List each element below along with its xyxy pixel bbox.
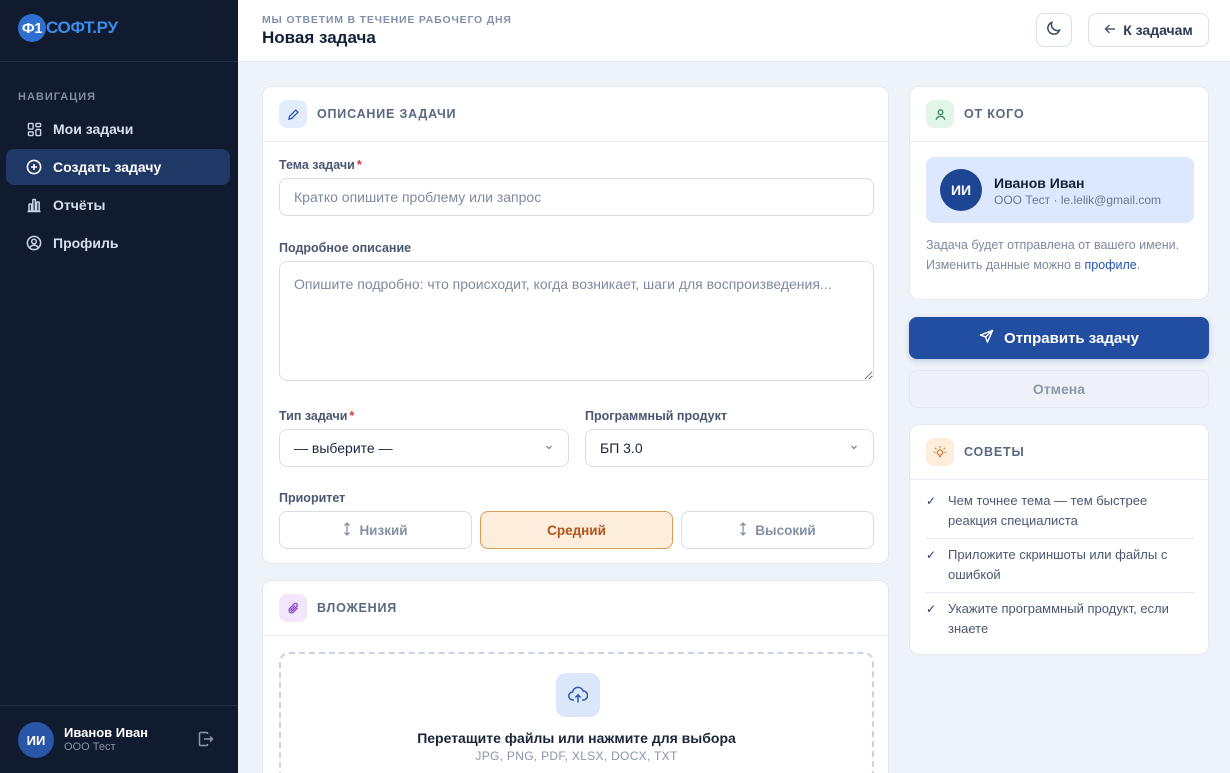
product-label: Программный продукт (585, 409, 727, 423)
user-name: Иванов Иван (64, 725, 149, 740)
paperclip-icon (279, 594, 307, 622)
list-item: ✓ Укажите программный продукт, если знае… (926, 599, 1194, 646)
user-icon (926, 100, 954, 128)
task-type-select[interactable]: — выберите — (279, 429, 569, 467)
back-button-label: К задачам (1123, 22, 1193, 38)
sender-note: Задача будет отправлена от вашего имени.… (926, 235, 1198, 275)
sidebar-item-my-tasks[interactable]: Мои задачи (6, 111, 230, 147)
submit-label: Отправить задачу (1004, 329, 1139, 347)
priority-medium-button[interactable]: Средний (480, 511, 673, 549)
card-title: ОПИСАНИЕ ЗАДАЧИ (317, 107, 457, 121)
priority-label: Приоритет (279, 491, 346, 505)
sidebar-item-reports[interactable]: Отчёты (6, 187, 230, 223)
dropzone-file-types: JPG, PNG, PDF, XLSX, DOCX, TXT (475, 749, 678, 763)
card-header: ВЛОЖЕНИЯ (263, 581, 888, 636)
tip-text: Чем точнее тема — тем быстрее реакция сп… (948, 493, 1148, 528)
avatar: ИИ (940, 169, 982, 211)
logo-text: СОФТ.РУ (46, 18, 118, 37)
check-icon: ✓ (926, 602, 937, 616)
card-header: ОПИСАНИЕ ЗАДАЧИ (263, 87, 888, 142)
card-header: СОВЕТЫ (910, 425, 1208, 480)
tips-list: ✓ Чем точнее тема — тем быстрее реакция … (926, 491, 1194, 652)
plus-circle-icon (26, 159, 42, 175)
card-header: ОТ КОГО (910, 87, 1208, 142)
tips-card: СОВЕТЫ ✓ Чем точнее тема — тем быстрее р… (909, 424, 1209, 655)
sender-info: ИИ Иванов Иван ООО Тест · le.lelik@gmail… (926, 157, 1194, 223)
user-circle-icon (26, 235, 42, 251)
task-type-label: Тип задачи * (279, 409, 354, 423)
sidebar-divider (0, 61, 238, 62)
sender-meta: ООО Тест · le.lelik@gmail.com (994, 193, 1162, 207)
bar-chart-icon (26, 197, 42, 213)
subject-label: Тема задачи * (279, 158, 362, 172)
product-select[interactable]: БП 3.0 (585, 429, 874, 467)
card-title: СОВЕТЫ (964, 445, 1025, 459)
card-title: ОТ КОГО (964, 107, 1025, 121)
user-org: ООО Тест (64, 741, 116, 753)
dropzone-title: Перетащите файлы или нажмите для выбора (417, 730, 736, 746)
task-description-card: ОПИСАНИЕ ЗАДАЧИ Тема задачи* Подробное о… (262, 86, 889, 564)
arrows-vertical-icon (739, 521, 747, 539)
description-textarea[interactable] (279, 261, 874, 381)
avatar[interactable]: ИИ (18, 722, 54, 758)
page-title: Новая задача (262, 28, 376, 47)
required-mark: * (349, 409, 355, 423)
pencil-icon (279, 100, 307, 128)
list-item: ✓ Приложите скриншоты или файлы с ошибко… (926, 545, 1194, 593)
subject-label-text: Тема задачи (279, 158, 355, 172)
chevron-down-icon (849, 442, 859, 455)
moon-icon (1046, 20, 1062, 41)
file-dropzone[interactable]: Перетащите файлы или нажмите для выбора … (279, 652, 874, 773)
priority-label-text: Высокий (755, 522, 816, 538)
attachments-card: ВЛОЖЕНИЯ Перетащите файлы или нажмите дл… (262, 580, 889, 773)
grid-icon (26, 121, 42, 137)
sidebar-item-label: Профиль (53, 235, 119, 251)
description-label: Подробное описание (279, 241, 412, 255)
subject-input[interactable] (279, 178, 874, 216)
cloud-upload-icon (556, 673, 600, 717)
check-icon: ✓ (926, 548, 937, 562)
submit-task-button[interactable]: Отправить задачу (909, 317, 1209, 359)
send-icon (979, 329, 994, 348)
logout-icon[interactable] (198, 731, 214, 747)
priority-label-text: Средний (547, 522, 606, 538)
task-type-label-text: Тип задачи (279, 409, 348, 423)
theme-toggle-button[interactable] (1036, 13, 1072, 47)
profile-link[interactable]: профиле (1085, 258, 1137, 272)
arrows-vertical-icon (343, 521, 351, 539)
brand-logo[interactable]: Ф1 СОФТ.РУ (18, 14, 118, 42)
check-icon: ✓ (926, 494, 937, 508)
sidebar-item-label: Создать задачу (53, 159, 162, 175)
required-mark: * (356, 158, 362, 172)
sidebar-nav: Мои задачи Создать задачу Отчёты Профиль (6, 111, 230, 263)
priority-label-text: Низкий (359, 522, 408, 538)
sidebar-item-label: Отчёты (53, 197, 106, 213)
list-item: ✓ Чем точнее тема — тем быстрее реакция … (926, 491, 1194, 539)
nav-title: НАВИГАЦИЯ (18, 91, 97, 103)
priority-high-button[interactable]: Высокий (681, 511, 874, 549)
back-to-tasks-button[interactable]: К задачам (1088, 13, 1209, 47)
from-card: ОТ КОГО ИИ Иванов Иван ООО Тест · le.lel… (909, 86, 1209, 300)
tip-text: Приложите скриншоты или файлы с ошибкой (948, 547, 1168, 582)
product-value: БП 3.0 (600, 440, 643, 456)
card-title: ВЛОЖЕНИЯ (317, 601, 398, 615)
tip-text: Укажите программный продукт, если знаете (948, 601, 1169, 636)
sidebar-item-label: Мои задачи (53, 121, 134, 137)
cancel-button[interactable]: Отмена (909, 370, 1209, 408)
sender-note-end: . (1136, 258, 1141, 272)
chevron-down-icon (544, 442, 554, 455)
priority-low-button[interactable]: Низкий (279, 511, 472, 549)
task-type-value: — выберите — (294, 440, 393, 456)
arrow-left-icon (1104, 22, 1116, 38)
sender-name: Иванов Иван (994, 175, 1085, 191)
sidebar-item-profile[interactable]: Профиль (6, 225, 230, 261)
logo-badge: Ф1 (18, 14, 46, 42)
sidebar: Ф1 СОФТ.РУ НАВИГАЦИЯ Мои задачи Создать … (0, 0, 238, 773)
sidebar-user: ИИ Иванов Иван ООО Тест (0, 705, 238, 773)
sidebar-item-create-task[interactable]: Создать задачу (6, 149, 230, 185)
lightbulb-icon (926, 438, 954, 466)
header-eyebrow: МЫ ОТВЕТИМ В ТЕЧЕНИЕ РАБОЧЕГО ДНЯ (262, 14, 512, 26)
sender-note-text: Задача будет отправлена от вашего имени.… (926, 238, 1180, 272)
page-header: МЫ ОТВЕТИМ В ТЕЧЕНИЕ РАБОЧЕГО ДНЯ Новая … (238, 0, 1230, 62)
